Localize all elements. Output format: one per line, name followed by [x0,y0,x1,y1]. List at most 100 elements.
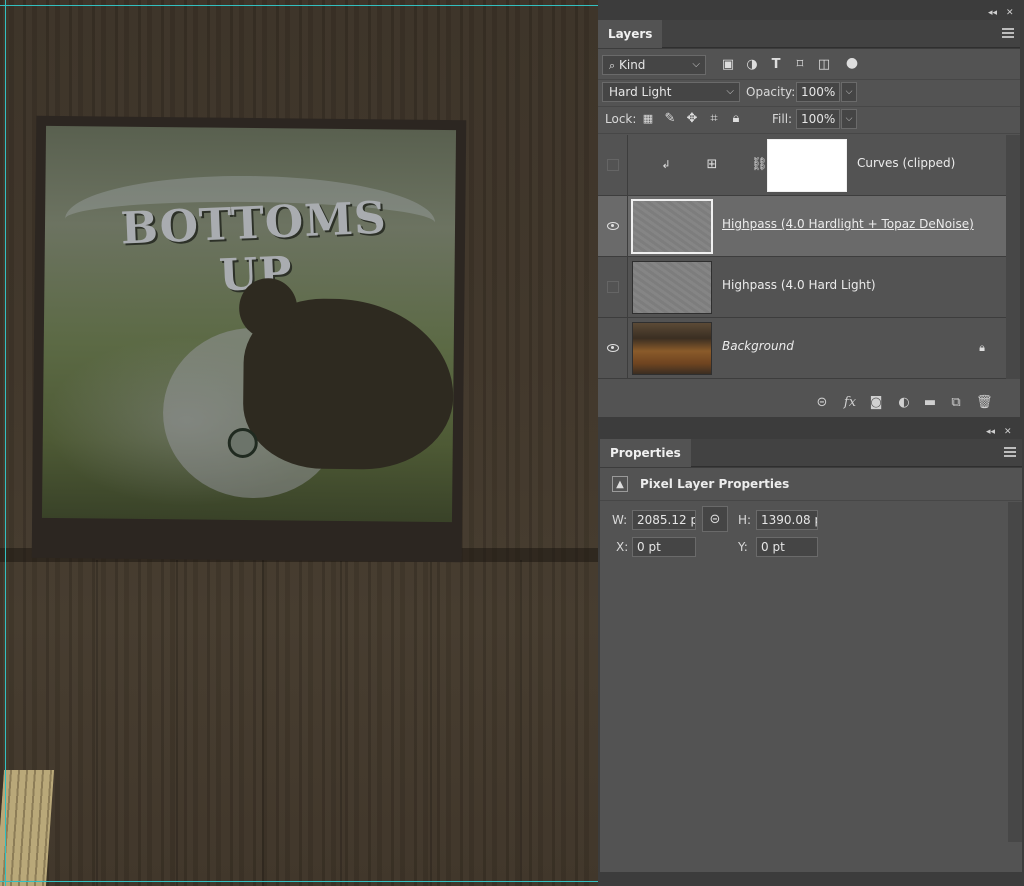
panel-divider [600,500,1022,501]
layer-name[interactable]: Highpass (4.0 Hard Light) [722,278,876,292]
visibility-off-box [607,159,619,171]
opacity-chevron-icon[interactable]: ⌵ [841,82,857,102]
tab-properties[interactable]: Properties [600,439,691,467]
photoshop-workspace: BOTTOMS UP ◂◂ ✕ Layers ⌕ Kind ⌵ ▣ ◑ T ⌑ … [0,0,1024,886]
layer-thumbnail[interactable] [632,322,712,375]
new-group-icon[interactable]: ▬ [922,395,938,411]
x-label: X: [616,540,629,554]
document-canvas[interactable]: BOTTOMS UP [0,0,598,886]
lock-label: Lock: [605,112,637,126]
close-panel-icon[interactable]: ✕ [1006,7,1014,19]
lock-image-pixels-icon[interactable]: ✎ [662,111,678,127]
filter-kind-value: Kind [619,58,646,72]
panel-divider [598,79,1020,80]
layer-mask-thumbnail[interactable] [767,139,847,192]
properties-panel-menu-icon[interactable] [1004,445,1016,459]
layer-name[interactable]: Curves (clipped) [857,156,955,170]
layers-panel-tabbar: Layers [598,20,1020,48]
guide-line-horizontal[interactable] [0,881,598,882]
height-input[interactable]: 1390.08 p [756,510,818,530]
properties-panel-tabbar: Properties [600,439,1022,467]
layer-lock-icon: 🔒︎ [979,341,985,354]
link-layers-icon[interactable]: ⊝ [814,395,830,411]
add-mask-icon[interactable]: ◙ [868,395,884,411]
canvas-plank-line [340,560,342,886]
collapse-panel-icon[interactable]: ◂◂ [986,426,995,438]
canvas-plank-line [520,560,522,886]
fx-icon[interactable]: fx [842,395,858,411]
poster-deer-head [238,277,298,339]
collapse-panel-icon[interactable]: ◂◂ [988,7,997,19]
lock-artboard-icon[interactable]: ⌗ [706,111,722,127]
chevron-down-icon: ⌵ [692,59,700,70]
fill-input[interactable]: 100% [796,109,840,129]
canvas-plank-line [176,560,178,886]
visibility-toggle[interactable] [598,196,628,256]
panel-divider [598,106,1020,107]
visibility-toggle[interactable] [598,135,628,195]
shape-filter-icon[interactable]: ⌑ [792,57,808,73]
lock-transparent-pixels-icon[interactable]: ▦ [640,111,656,127]
eye-icon [607,344,619,352]
fill-label: Fill: [772,112,793,126]
layers-scrollbar[interactable] [1006,135,1020,379]
lock-position-icon[interactable]: ✥ [684,111,700,127]
canvas-plank-line [430,560,432,886]
right-panel-dock: ◂◂ ✕ Layers ⌕ Kind ⌵ ▣ ◑ T ⌑ ◫ ● Hard Li… [598,0,1024,886]
layer-thumbnail[interactable] [631,199,713,254]
y-input[interactable]: 0 pt [756,537,818,557]
smart-object-filter-icon[interactable]: ◫ [816,57,832,73]
adjustment-filter-icon[interactable]: ◑ [744,57,760,73]
filter-toggle-icon[interactable]: ● [844,55,860,71]
opacity-input[interactable]: 100% [796,82,840,102]
panel-divider [598,133,1020,134]
properties-scrollbar[interactable] [1008,502,1022,842]
section-title: Pixel Layer Properties [640,477,790,491]
layers-panel-menu-icon[interactable] [1002,26,1014,40]
clipping-arrow-icon: ↲ [661,158,671,171]
pixel-layer-icon: ▲ [612,476,628,492]
corner-papers [0,770,55,886]
layer-name[interactable]: Background [722,339,794,353]
curves-adjustment-icon: ⊞ [706,157,718,172]
poster-image: BOTTOMS UP [41,125,457,523]
visibility-toggle[interactable] [598,257,628,317]
layers-panel-topbar: ◂◂ ✕ [598,7,1024,19]
layer-row-highpass-denoise[interactable]: Highpass (4.0 Hardlight + Topaz DeNoise) [598,196,1006,257]
canvas-plank-line [262,560,264,886]
layer-row-curves[interactable]: ↲ ⊞ ⛓︎ Curves (clipped) [598,135,1006,196]
opacity-label: Opacity: [746,85,796,99]
close-panel-icon[interactable]: ✕ [1004,426,1012,438]
filter-kind-select[interactable]: ⌕ Kind ⌵ [602,55,706,75]
chevron-down-icon: ⌵ [726,86,734,97]
tab-layers[interactable]: Layers [598,20,663,48]
width-input[interactable]: 2085.12 p [632,510,696,530]
visibility-toggle[interactable] [598,318,628,378]
guide-line-vertical[interactable] [5,0,6,886]
layer-thumbnail[interactable] [632,261,712,314]
delete-layer-icon[interactable]: 🗑︎ [976,395,993,411]
lock-all-icon[interactable]: 🔒︎ [728,111,744,127]
type-filter-icon[interactable]: T [768,57,784,73]
fill-chevron-icon[interactable]: ⌵ [841,109,857,129]
search-icon: ⌕ [609,59,616,72]
layer-row-background[interactable]: Background 🔒︎ [598,318,1006,379]
width-label: W: [612,513,628,527]
layer-row-highpass[interactable]: Highpass (4.0 Hard Light) [598,257,1006,318]
x-input[interactable]: 0 pt [632,537,696,557]
new-layer-icon[interactable]: ⧉ [948,395,964,411]
chain-link-icon[interactable]: ⛓︎ [751,157,768,173]
layer-name[interactable]: Highpass (4.0 Hardlight + Topaz DeNoise) [722,217,974,231]
properties-panel-body: ▲ Pixel Layer Properties W: 2085.12 p ⊝ … [600,468,1022,872]
constrain-proportions-link-icon[interactable]: ⊝ [702,506,728,532]
new-adjustment-layer-icon[interactable]: ◐ [896,395,912,411]
blend-mode-select[interactable]: Hard Light ⌵ [602,82,740,102]
blend-mode-value: Hard Light [609,85,672,99]
properties-panel-topbar: ◂◂ ✕ [598,426,1024,438]
layers-panel-body: ⌕ Kind ⌵ ▣ ◑ T ⌑ ◫ ● Hard Light ⌵ Opacit… [598,49,1020,417]
canvas-plank-line [96,560,98,886]
poster-emblem [227,427,258,459]
image-filter-icon[interactable]: ▣ [720,57,736,73]
eye-icon [607,222,619,230]
guide-line-horizontal[interactable] [0,5,598,6]
